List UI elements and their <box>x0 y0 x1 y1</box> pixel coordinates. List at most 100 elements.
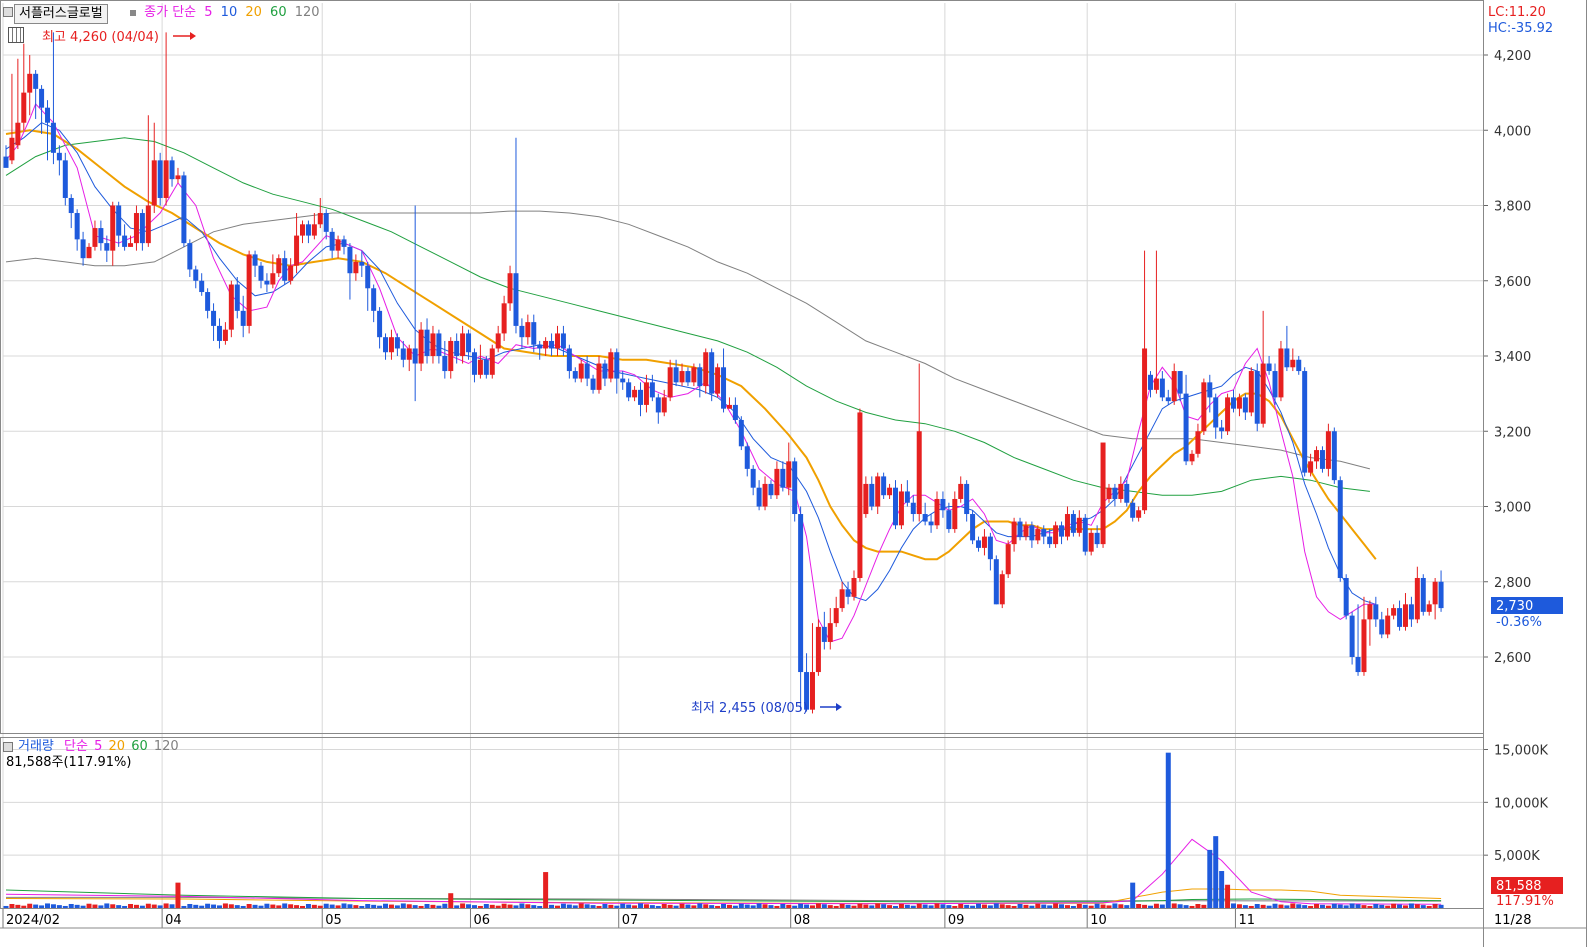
candle-up <box>222 329 228 341</box>
volume-bar <box>1136 903 1142 908</box>
candle-up <box>1236 397 1242 409</box>
candle-down <box>68 197 74 214</box>
volume-bar <box>697 903 703 908</box>
volume-bar <box>661 903 667 908</box>
volume-bar <box>934 903 940 908</box>
volume-bar <box>270 904 276 908</box>
candle-down <box>649 382 655 398</box>
volume-bar <box>1005 905 1011 908</box>
volume-bar <box>365 903 371 908</box>
volume-bar <box>240 905 246 908</box>
volume-bar <box>1361 905 1367 908</box>
volume-bar <box>786 904 792 908</box>
candle-down <box>549 340 555 349</box>
candle-up <box>999 574 1005 605</box>
candle-down <box>50 122 56 153</box>
candle-up <box>1308 461 1314 473</box>
volume-bar <box>774 905 780 908</box>
candle-down <box>39 88 45 108</box>
candle-up <box>110 205 116 251</box>
candle-down <box>483 359 489 375</box>
candle-down <box>513 273 519 326</box>
candle-down <box>1029 525 1035 541</box>
legend-toggle-icon[interactable] <box>3 7 13 17</box>
volume-tick-label: 5,000K <box>1494 849 1540 864</box>
volume-bar <box>981 904 987 908</box>
volume-bar <box>228 904 234 908</box>
candle-up <box>916 431 922 515</box>
candle-up <box>507 273 513 304</box>
candle-down <box>424 329 430 356</box>
volume-bar <box>74 904 80 908</box>
volume-bar <box>169 904 175 908</box>
candle-down <box>560 333 566 349</box>
volume-bar <box>1397 904 1403 908</box>
candle-up <box>495 333 501 349</box>
volume-bar <box>549 904 555 908</box>
candle-up <box>1290 359 1296 368</box>
candle-up <box>128 243 134 247</box>
volume-bar <box>1367 905 1373 908</box>
volume-bar <box>572 905 578 908</box>
date-tick-label: 2024/02 <box>6 913 60 928</box>
candle-down <box>893 487 898 526</box>
candle-down <box>1302 371 1308 473</box>
volume-bar <box>513 905 519 908</box>
volume-bar <box>726 904 732 908</box>
candle-down <box>976 540 982 548</box>
volume-current: 81,588주(117.91%) <box>6 755 132 770</box>
ma-legend-item: 120 <box>290 5 320 20</box>
volume-bar <box>56 905 62 908</box>
volume-bar <box>744 904 750 908</box>
last-price: 2,730 <box>1496 599 1533 614</box>
volume-bar <box>1337 904 1343 908</box>
stock-name-button[interactable]: 서플러스글로벌 <box>14 4 108 24</box>
volume-bar <box>732 905 738 908</box>
volume-bar <box>578 903 584 908</box>
price-tick-label: 2,800 <box>1494 576 1531 591</box>
candle-down <box>709 352 715 394</box>
volume-bar <box>1284 905 1290 908</box>
volume-bar <box>430 904 436 908</box>
candle-down <box>768 483 774 496</box>
volume-bar <box>1242 905 1248 908</box>
hc-value: HC:-35.92 <box>1488 21 1553 36</box>
volume-bar <box>1147 905 1153 908</box>
last-change: -0.36% <box>1496 615 1542 630</box>
volume-bar <box>288 904 294 908</box>
candle-up <box>1278 348 1284 398</box>
candle-down <box>970 514 976 541</box>
candle-up <box>1432 581 1438 605</box>
volume-ma-legend-item: 120 <box>149 739 179 754</box>
candle-down <box>1231 397 1237 409</box>
volume-bar <box>1183 905 1189 908</box>
volume-bar <box>768 905 774 908</box>
volume-bar <box>667 904 673 908</box>
grid-view-icon[interactable] <box>8 27 24 43</box>
candle-down <box>1266 363 1272 372</box>
candle-down <box>626 382 632 398</box>
volume-bar <box>1112 903 1118 908</box>
volume-bar <box>33 904 39 908</box>
volume-bar <box>780 903 786 908</box>
candle-up <box>353 261 359 274</box>
price-tick-label: 3,800 <box>1494 200 1531 215</box>
candle-down <box>1379 619 1385 635</box>
end-date-label: 11/28 <box>1494 913 1531 928</box>
volume-bar <box>679 903 685 908</box>
candle-up <box>1106 487 1112 499</box>
candle-up <box>1076 517 1082 533</box>
candle-down <box>798 514 804 673</box>
candle-up <box>21 92 27 123</box>
volume-bar <box>507 904 513 908</box>
candle-up <box>477 359 483 375</box>
volume-toggle-icon[interactable] <box>3 742 13 752</box>
candle-down <box>98 228 104 244</box>
candle-up <box>1005 544 1011 575</box>
volume-bar <box>477 905 483 908</box>
candle-up <box>1053 525 1059 545</box>
volume-bar <box>98 905 104 908</box>
volume-legend-prefix: 거래량 <box>18 739 54 754</box>
volume-legend-prefix2: 단순 <box>64 739 88 754</box>
volume-bar <box>377 905 383 908</box>
